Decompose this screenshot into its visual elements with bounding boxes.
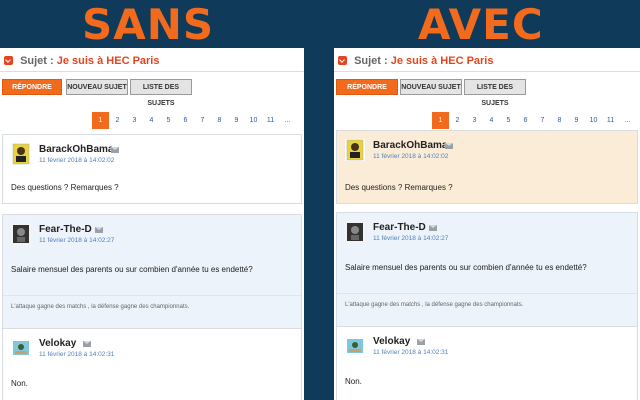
post-date[interactable]: 11 février 2018 à 14:02:27 [373,235,448,243]
username[interactable]: BarackOhBama [39,144,113,156]
post-date[interactable]: 11 février 2018 à 14:02:02 [39,157,114,165]
subject-title[interactable]: Je suis à HEC Paris [57,55,160,67]
signature-divider [3,295,301,296]
page-link-1[interactable]: 1 [432,112,449,129]
post-message: Salaire mensuel des parents ou sur combi… [11,265,253,274]
mail-icon[interactable] [111,147,119,153]
page-link-2[interactable]: 2 [449,112,466,129]
username[interactable]: Velokay [373,336,410,348]
avatar[interactable] [11,337,31,359]
page-link-10[interactable]: 10 [245,112,262,129]
post-date[interactable]: 11 février 2018 à 14:02:02 [373,153,448,161]
mail-icon[interactable] [445,143,453,149]
post: Velokay 11 février 2018 à 14:02:31 Non. [2,328,302,400]
post: Velokay 11 février 2018 à 14:02:31 Non. [336,326,638,400]
mail-icon[interactable] [83,341,91,347]
page-link-7[interactable]: 7 [194,112,211,129]
reply-button[interactable]: RÉPONDRE [336,79,398,95]
post-message: Non. [11,379,28,388]
avatar[interactable] [345,335,365,357]
divider [0,71,304,72]
avatar[interactable] [345,139,365,161]
pagination: 1 2 3 4 5 6 7 8 9 10 11 ... [92,112,296,129]
page-link-9[interactable]: 9 [228,112,245,129]
avatar[interactable] [11,223,31,245]
page-link-3[interactable]: 3 [466,112,483,129]
post-signature: L'attaque gagne des matchs , la défense … [345,302,524,308]
page-link-11[interactable]: 11 [262,112,279,129]
page-link-6[interactable]: 6 [177,112,194,129]
page-link-2[interactable]: 2 [109,112,126,129]
mail-icon[interactable] [95,227,103,233]
page-link-5[interactable]: 5 [160,112,177,129]
page-link-8[interactable]: 8 [211,112,228,129]
post-message: Non. [345,377,362,386]
subject-line: Sujet : Je suis à HEC Paris [4,54,159,68]
subject-label: Sujet : [20,55,54,67]
post: BarackOhBama 11 février 2018 à 14:02:02 … [336,130,638,204]
page-link-7[interactable]: 7 [534,112,551,129]
page-link-5[interactable]: 5 [500,112,517,129]
new-topic-button[interactable]: NOUVEAU SUJET [66,79,128,95]
topic-list-button[interactable]: LISTE DES SUJETS [130,79,192,107]
mail-icon[interactable] [429,225,437,231]
page-link-6[interactable]: 6 [517,112,534,129]
page-link-4[interactable]: 4 [483,112,500,129]
new-topic-button[interactable]: NOUVEAU SUJET [400,79,462,95]
heading-sans: SANS [82,0,215,49]
subject-label: Sujet : [354,55,388,67]
pagination: 1 2 3 4 5 6 7 8 9 10 11 ... [432,112,636,129]
page-link-10[interactable]: 10 [585,112,602,129]
username[interactable]: Fear-The-D [39,224,92,236]
chevron-down-icon[interactable] [4,56,13,65]
username[interactable]: Velokay [39,338,76,350]
heading-avec: AVEC [418,0,544,49]
post-signature: L'attaque gagne des matchs , la défense … [11,304,190,310]
page-link-3[interactable]: 3 [126,112,143,129]
post-message: Des questions ? Remarques ? [345,183,453,192]
username[interactable]: BarackOhBama [373,140,447,152]
page-more[interactable]: ... [619,112,636,129]
panel-left: Sujet : Je suis à HEC Paris RÉPONDRE NOU… [0,48,304,400]
mail-icon[interactable] [417,339,425,345]
signature-divider [337,293,637,294]
page-link-11[interactable]: 11 [602,112,619,129]
post: BarackOhBama 11 février 2018 à 14:02:02 … [2,134,302,204]
username[interactable]: Fear-The-D [373,222,426,234]
page-more[interactable]: ... [279,112,296,129]
topic-list-button[interactable]: LISTE DES SUJETS [464,79,526,107]
divider [334,71,640,72]
page-link-1[interactable]: 1 [92,112,109,129]
page-link-9[interactable]: 9 [568,112,585,129]
avatar[interactable] [345,221,365,243]
page-link-4[interactable]: 4 [143,112,160,129]
post-message: Des questions ? Remarques ? [11,183,119,192]
reply-button[interactable]: RÉPONDRE [2,79,62,95]
subject-title[interactable]: Je suis à HEC Paris [391,55,494,67]
chevron-down-icon[interactable] [338,56,347,65]
post-message: Salaire mensuel des parents ou sur combi… [345,263,587,272]
post-date[interactable]: 11 février 2018 à 14:02:31 [373,349,448,357]
panel-right: Sujet : Je suis à HEC Paris RÉPONDRE NOU… [334,48,640,400]
subject-line: Sujet : Je suis à HEC Paris [338,54,493,68]
page-link-8[interactable]: 8 [551,112,568,129]
avatar[interactable] [11,143,31,165]
post-date[interactable]: 11 février 2018 à 14:02:31 [39,351,114,359]
post-date[interactable]: 11 février 2018 à 14:02:27 [39,237,114,245]
